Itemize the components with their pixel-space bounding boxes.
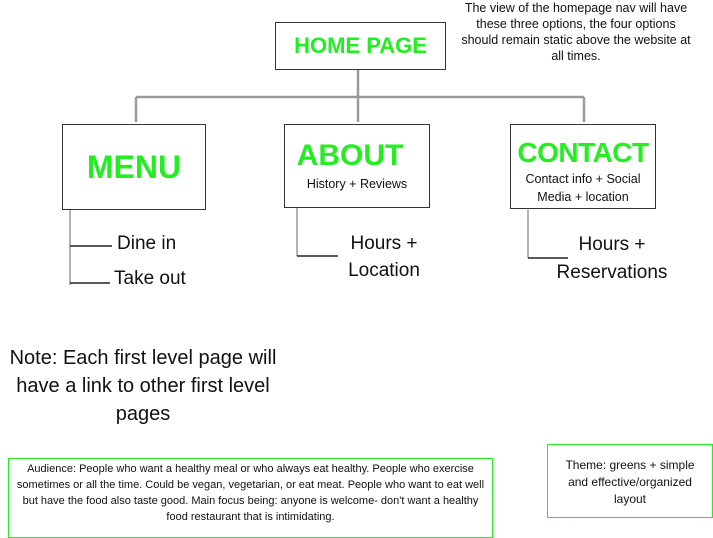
menu-child-take-out: Take out xyxy=(114,268,186,289)
home-page-label: HOME PAGE xyxy=(294,33,427,58)
audience-box: Audience: People who want a healthy meal… xyxy=(8,458,493,538)
theme-box: Theme: greens + simple and effective/org… xyxy=(547,444,713,518)
nav-contact-label: CONTACT xyxy=(517,137,649,168)
nav-box-contact: CONTACT Contact info + Social Media + lo… xyxy=(510,124,656,209)
menu-child-dine-in: Dine in xyxy=(117,233,177,254)
nav-about-sub: History + Reviews xyxy=(306,177,408,191)
home-page-box: HOME PAGE xyxy=(275,22,446,70)
contact-child-hours-reservations: Hours + Reservations xyxy=(556,234,668,283)
first-level-note: Note: Each first level page will have a … xyxy=(9,347,277,425)
nav-contact-sub: Contact info + Social Media + location xyxy=(525,172,641,204)
nav-menu-label: MENU xyxy=(86,149,182,185)
nav-box-about: ABOUT History + Reviews xyxy=(284,124,430,208)
nav-about-label: ABOUT xyxy=(296,139,404,172)
audience-text: Audience: People who want a healthy meal… xyxy=(16,463,485,523)
theme-text: Theme: greens + simple and effective/org… xyxy=(565,458,695,506)
homepage-nav-note: The view of the homepage nav will have t… xyxy=(461,1,691,63)
about-child-hours-location: Hours + Location xyxy=(348,233,420,281)
nav-box-menu: MENU xyxy=(62,124,206,210)
